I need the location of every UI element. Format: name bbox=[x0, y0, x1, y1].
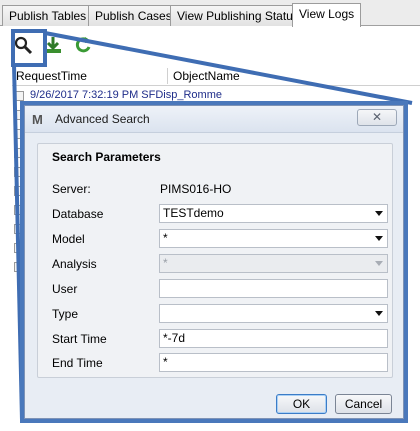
download-button[interactable] bbox=[40, 32, 66, 58]
analysis-label: Analysis bbox=[52, 257, 97, 271]
download-icon bbox=[45, 37, 61, 53]
advanced-search-dialog: M Advanced Search ✕ Search Parameters Se… bbox=[20, 101, 408, 423]
user-label: User bbox=[52, 282, 78, 296]
tab-publish-tables[interactable]: Publish Tables bbox=[2, 5, 94, 26]
start-time-value: *-7d bbox=[163, 331, 186, 345]
cancel-button[interactable]: Cancel bbox=[335, 394, 392, 414]
database-label: Database bbox=[52, 207, 104, 221]
column-separator bbox=[167, 68, 168, 84]
start-time-input[interactable]: *-7d bbox=[159, 329, 388, 348]
group-title: Search Parameters bbox=[52, 150, 161, 164]
server-value: PIMS016-HO bbox=[160, 182, 232, 196]
analysis-dropdown: * bbox=[159, 254, 388, 273]
column-object-name[interactable]: ObjectName bbox=[173, 69, 240, 83]
log-row-partial[interactable]: 9/26/2017 7:32:19 PM SFDisp_Romme bbox=[30, 89, 222, 101]
model-dropdown[interactable]: * bbox=[159, 229, 388, 248]
column-request-time[interactable]: RequestTime bbox=[16, 69, 87, 83]
user-input[interactable] bbox=[159, 279, 388, 298]
type-label: Type bbox=[52, 307, 79, 321]
start-time-label: Start Time bbox=[52, 332, 107, 346]
tab-view-logs[interactable]: View Logs bbox=[292, 3, 362, 27]
server-label: Server: bbox=[52, 182, 91, 196]
logs-toolbar bbox=[10, 32, 96, 58]
type-dropdown[interactable] bbox=[159, 304, 388, 323]
close-icon: ✕ bbox=[371, 110, 383, 124]
search-parameters-group: Search Parameters Server: PIMS016-HO Dat… bbox=[37, 143, 393, 378]
ok-button[interactable]: OK bbox=[276, 394, 327, 414]
app-icon: M bbox=[32, 112, 43, 127]
end-time-value: * bbox=[163, 355, 168, 369]
search-icon bbox=[14, 36, 33, 55]
dialog-titlebar[interactable]: M Advanced Search ✕ bbox=[25, 106, 403, 133]
refresh-icon bbox=[75, 37, 91, 53]
model-value: * bbox=[163, 231, 168, 245]
end-time-input[interactable]: * bbox=[159, 353, 388, 372]
dialog-title: Advanced Search bbox=[55, 112, 150, 126]
model-label: Model bbox=[52, 232, 85, 246]
chevron-down-icon bbox=[375, 236, 383, 241]
dialog-frame: M Advanced Search ✕ Search Parameters Se… bbox=[24, 105, 404, 419]
search-button[interactable] bbox=[10, 32, 36, 58]
tab-publish-cases[interactable]: Publish Cases bbox=[88, 5, 179, 26]
chevron-down-icon bbox=[375, 311, 383, 316]
tab-bar: Publish Tables Publish Cases View Publis… bbox=[0, 0, 420, 27]
database-value: TESTdemo bbox=[163, 206, 224, 220]
row-expander[interactable] bbox=[14, 91, 24, 101]
log-grid-header: RequestTime ObjectName bbox=[12, 66, 420, 86]
analysis-value: * bbox=[163, 256, 168, 270]
chevron-down-icon bbox=[375, 261, 383, 266]
database-dropdown[interactable]: TESTdemo bbox=[159, 204, 388, 223]
chevron-down-icon bbox=[375, 211, 383, 216]
refresh-button[interactable] bbox=[70, 32, 96, 58]
end-time-label: End Time bbox=[52, 356, 103, 370]
tab-view-publishing-status[interactable]: View Publishing Status bbox=[170, 5, 306, 26]
close-button[interactable]: ✕ bbox=[357, 109, 397, 126]
